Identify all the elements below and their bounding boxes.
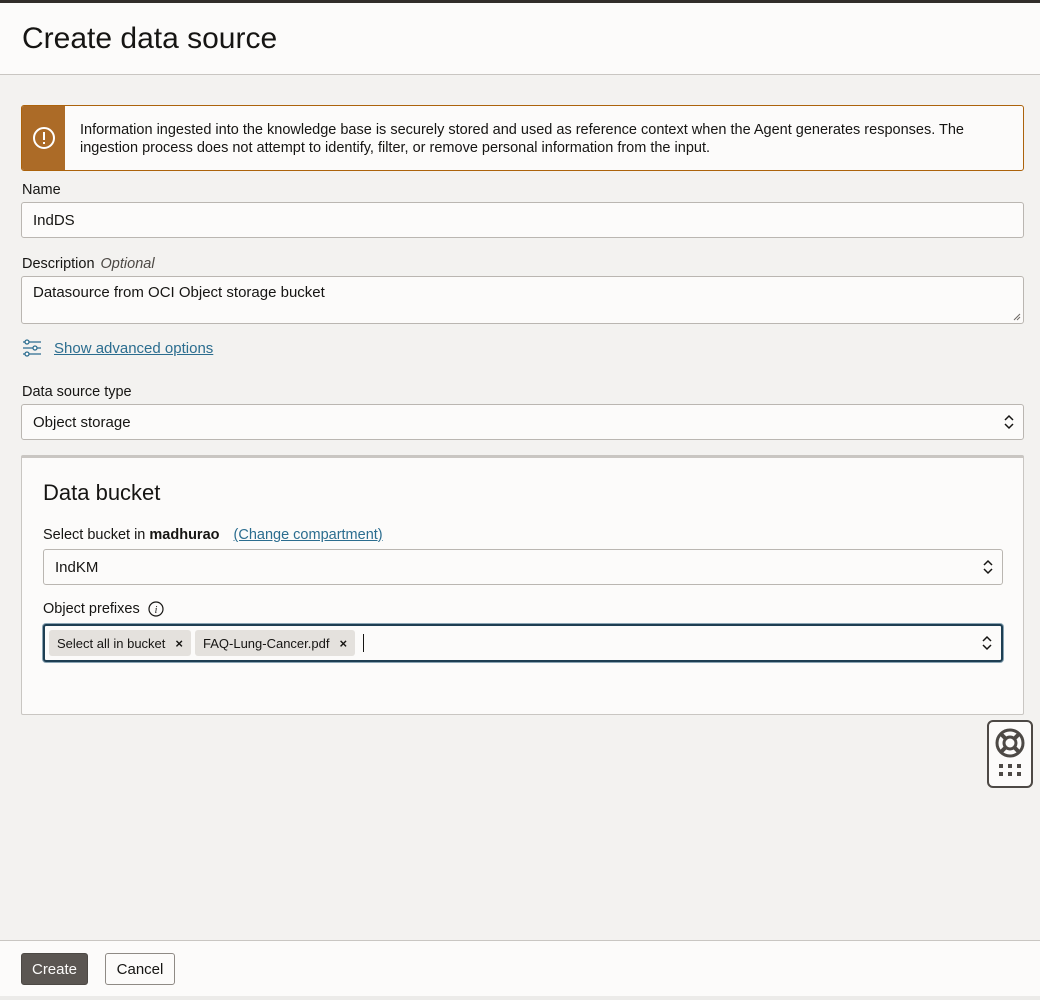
dialog-header: Create data source	[0, 3, 1040, 75]
description-label: Description Optional	[22, 256, 155, 272]
prefix-chip: FAQ-Lung-Cancer.pdf ×	[195, 630, 356, 656]
select-bucket-label: Select bucket in madhurao (Change compar…	[43, 527, 383, 543]
sliders-icon	[23, 339, 41, 357]
warning-icon	[32, 127, 55, 149]
create-button[interactable]: Create	[21, 953, 88, 985]
select-bucket-prefix: Select bucket in	[43, 527, 146, 543]
optional-hint: Optional	[100, 256, 155, 272]
alert-message: Information ingested into the knowledge …	[80, 122, 964, 156]
lifebuoy-icon[interactable]	[994, 727, 1026, 759]
chip-remove-button[interactable]: ×	[339, 636, 347, 651]
info-icon[interactable]: i	[148, 601, 164, 617]
chevron-updown-icon	[1004, 414, 1014, 430]
name-label: Name	[22, 182, 61, 198]
name-input[interactable]: IndDS	[21, 202, 1024, 238]
source-type-label: Data source type	[22, 384, 132, 400]
source-type-value: Object storage	[33, 413, 131, 431]
source-type-select[interactable]: Object storage	[21, 404, 1024, 440]
text-caret	[363, 634, 365, 652]
resize-grip-icon[interactable]	[1013, 313, 1021, 321]
chevron-updown-icon[interactable]	[981, 634, 993, 652]
object-prefixes-label: Object prefixes i	[43, 601, 164, 617]
object-prefixes-label-text: Object prefixes	[43, 601, 140, 617]
prefix-chip: Select all in bucket ×	[49, 630, 191, 656]
chevron-updown-icon	[983, 559, 993, 575]
advanced-options-link[interactable]: Show advanced options	[54, 340, 213, 357]
data-bucket-title: Data bucket	[43, 480, 161, 505]
bottom-border	[0, 996, 1040, 1000]
bucket-select[interactable]: IndKM	[43, 549, 1003, 585]
change-compartment-link[interactable]: (Change compartment)	[234, 527, 383, 543]
cancel-button[interactable]: Cancel	[105, 953, 175, 985]
chip-remove-button[interactable]: ×	[175, 636, 183, 651]
alert-icon-bar	[22, 106, 65, 170]
name-input-value: IndDS	[33, 211, 75, 229]
svg-text:i: i	[154, 605, 157, 616]
page-title: Create data source	[22, 22, 278, 55]
description-label-text: Description	[22, 256, 95, 272]
prefix-chip-label: Select all in bucket	[57, 635, 166, 651]
description-value: Datasource from OCI Object storage bucke…	[33, 284, 325, 301]
description-textarea[interactable]: Datasource from OCI Object storage bucke…	[21, 276, 1024, 324]
object-prefixes-input[interactable]: Select all in bucket × FAQ-Lung-Cancer.p…	[43, 624, 1003, 662]
dialog-footer: Create Cancel	[0, 940, 1040, 996]
warning-alert: Information ingested into the knowledge …	[21, 105, 1024, 171]
data-bucket-panel: Data bucket Select bucket in madhurao (C…	[21, 455, 1024, 715]
compartment-name: madhurao	[149, 527, 220, 543]
help-widget[interactable]	[987, 720, 1033, 788]
prefix-chip-label: FAQ-Lung-Cancer.pdf	[203, 635, 330, 651]
bucket-value: IndKM	[55, 558, 99, 576]
show-advanced-options[interactable]: Show advanced options	[22, 338, 213, 358]
grid-handle-icon[interactable]	[998, 763, 1022, 777]
